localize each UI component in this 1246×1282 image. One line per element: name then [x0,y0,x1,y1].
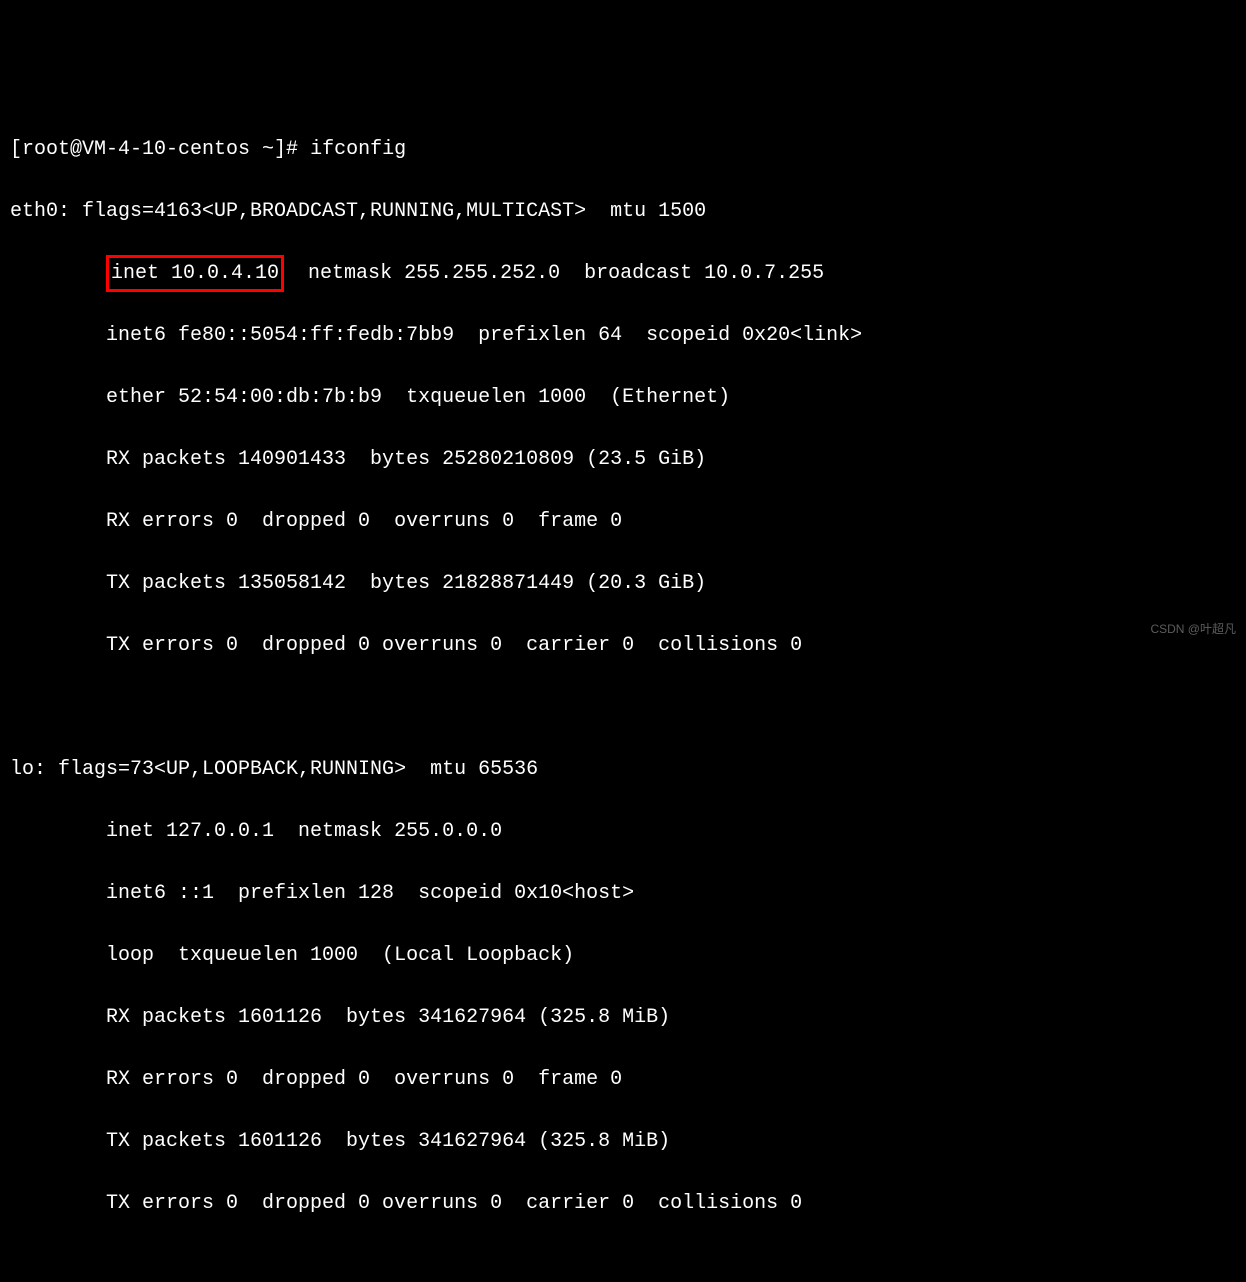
lo-inet: inet 127.0.0.1 netmask 255.0.0.0 [10,816,1246,847]
lo-loop: loop txqueuelen 1000 (Local Loopback) [10,940,1246,971]
lo-tx-packets: TX packets 1601126 bytes 341627964 (325.… [10,1126,1246,1157]
shell-prompt: [root@VM-4-10-centos ~]# [10,138,310,161]
eth0-header: eth0: flags=4163<UP,BROADCAST,RUNNING,MU… [10,196,1246,227]
lo-inet6: inet6 ::1 prefixlen 128 scopeid 0x10<hos… [10,878,1246,909]
lo-rx-errors: RX errors 0 dropped 0 overruns 0 frame 0 [10,1064,1246,1095]
eth0-rx-packets: RX packets 140901433 bytes 25280210809 (… [10,444,1246,475]
inet-rest: netmask 255.255.252.0 broadcast 10.0.7.2… [284,262,824,285]
eth0-ether: ether 52:54:00:db:7b:b9 txqueuelen 1000 … [10,382,1246,413]
prompt-line[interactable]: [root@VM-4-10-centos ~]# ifconfig [10,134,1246,165]
watermark: CSDN @叶超凡 [1150,620,1236,639]
command-text: ifconfig [310,138,406,161]
lo-tx-errors: TX errors 0 dropped 0 overruns 0 carrier… [10,1188,1246,1219]
eth0-tx-errors: TX errors 0 dropped 0 overruns 0 carrier… [10,630,1246,661]
eth0-inet-line: inet 10.0.4.10 netmask 255.255.252.0 bro… [10,258,1246,289]
inet-highlight: inet 10.0.4.10 [106,255,284,292]
lo-rx-packets: RX packets 1601126 bytes 341627964 (325.… [10,1002,1246,1033]
eth0-inet6: inet6 fe80::5054:ff:fedb:7bb9 prefixlen … [10,320,1246,351]
eth0-rx-errors: RX errors 0 dropped 0 overruns 0 frame 0 [10,506,1246,537]
lo-header: lo: flags=73<UP,LOOPBACK,RUNNING> mtu 65… [10,754,1246,785]
indent [10,262,106,285]
blank-line [10,692,1246,723]
eth0-tx-packets: TX packets 135058142 bytes 21828871449 (… [10,568,1246,599]
